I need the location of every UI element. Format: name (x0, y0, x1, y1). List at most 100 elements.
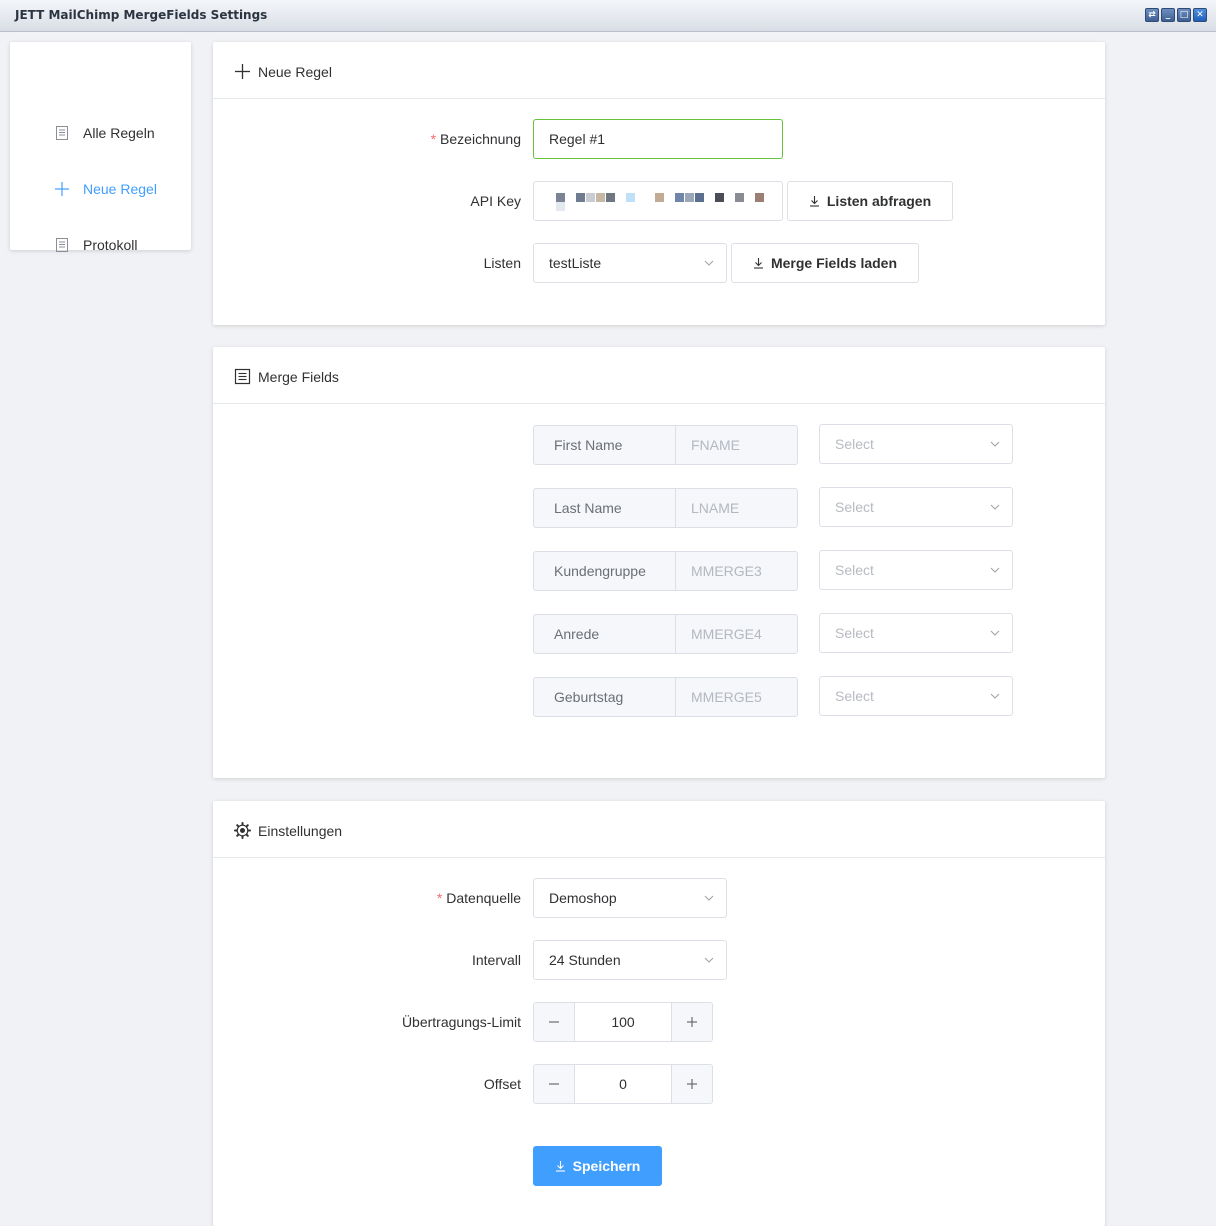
restore-icon[interactable]: ⇄ (1145, 8, 1159, 22)
required-marker: * (436, 890, 443, 906)
source-select-value: Demoshop (549, 890, 617, 906)
document-icon (234, 368, 251, 385)
window-controls: ⇄ _ □ ✕ (1145, 8, 1207, 22)
load-merge-fields-label: Merge Fields laden (770, 255, 898, 271)
save-label: Speichern (572, 1158, 641, 1174)
sidebar-item-label: Neue Regel (83, 181, 157, 197)
maximize-icon[interactable]: □ (1177, 8, 1191, 22)
plus-icon (235, 64, 250, 79)
source-select[interactable]: Demoshop (533, 878, 727, 918)
merge-field-name: Anrede (534, 615, 676, 653)
download-icon (809, 196, 819, 207)
chevron-down-icon (704, 957, 714, 963)
merge-field-select[interactable]: Select (819, 613, 1013, 653)
interval-select-value: 24 Stunden (549, 952, 621, 968)
chevron-down-icon (990, 441, 1000, 447)
select-placeholder: Select (835, 499, 874, 515)
download-icon (753, 258, 763, 269)
select-placeholder: Select (835, 625, 874, 641)
name-input[interactable]: Regel #1 (533, 119, 783, 159)
window-titlebar: JETT MailChimp MergeFields Settings ⇄ _ … (0, 0, 1216, 32)
sidebar-item-label: Protokoll (83, 237, 138, 253)
merge-field-select[interactable]: Select (819, 424, 1013, 464)
source-label: * Datenquelle (436, 890, 521, 906)
name-label: * Bezeichnung (430, 131, 521, 147)
plus-icon (55, 182, 69, 196)
offset-input[interactable]: 0 (575, 1065, 671, 1103)
select-placeholder: Select (835, 436, 874, 452)
required-marker: * (430, 131, 437, 147)
decrement-button[interactable] (534, 1065, 575, 1103)
card-header: Einstellungen (213, 801, 1105, 858)
merge-field-tag: MMERGE5 (691, 689, 762, 705)
merge-field-name: First Name (534, 426, 676, 464)
chevron-down-icon (704, 260, 714, 266)
card-header: Neue Regel (213, 42, 1105, 99)
merge-field-name: Kundengruppe (534, 552, 676, 590)
interval-label: Intervall (471, 952, 521, 968)
settings-card: Einstellungen * Datenquelle Demoshop Inte… (213, 801, 1105, 1226)
decrement-button[interactable] (534, 1003, 575, 1041)
merge-field-row: Kundengruppe MMERGE3 (533, 551, 798, 591)
increment-button[interactable] (671, 1003, 712, 1041)
load-merge-fields-button[interactable]: Merge Fields laden (731, 243, 919, 283)
merge-field-name: Geburtstag (534, 678, 676, 716)
minimize-icon[interactable]: _ (1161, 8, 1175, 22)
plus-icon (687, 1079, 697, 1089)
merge-field-select[interactable]: Select (819, 676, 1013, 716)
apikey-input[interactable] (533, 181, 783, 221)
chevron-down-icon (990, 693, 1000, 699)
merge-field-tag: FNAME (691, 437, 740, 453)
apikey-label: API Key (470, 193, 521, 209)
fetch-lists-label: Listen abfragen (826, 193, 932, 209)
offset-stepper: 0 (533, 1064, 713, 1104)
card-title: Neue Regel (258, 64, 332, 80)
plus-icon (687, 1017, 697, 1027)
lists-select[interactable]: testListe (533, 243, 727, 283)
document-icon (56, 238, 68, 252)
merge-field-tag: LNAME (691, 500, 740, 516)
limit-input[interactable]: 100 (575, 1003, 671, 1041)
merge-field-row: First Name FNAME (533, 425, 798, 465)
limit-label: Übertragungs-Limit (401, 1014, 521, 1030)
lists-select-value: testListe (549, 255, 602, 271)
chevron-down-icon (990, 630, 1000, 636)
chevron-down-icon (704, 895, 714, 901)
card-title: Merge Fields (258, 369, 339, 385)
sidebar: Alle Regeln Neue Regel Protokoll (10, 42, 191, 253)
download-icon (555, 1161, 565, 1172)
rule-card: Neue Regel * Bezeichnung Regel #1 API Key (213, 42, 1105, 325)
select-placeholder: Select (835, 688, 874, 704)
sidebar-item-alle-regeln[interactable]: Alle Regeln (54, 121, 155, 145)
merge-field-select[interactable]: Select (819, 550, 1013, 590)
minus-icon (549, 1083, 559, 1085)
document-icon (56, 126, 68, 140)
fetch-lists-button[interactable]: Listen abfragen (787, 181, 953, 221)
sidebar-item-neue-regel[interactable]: Neue Regel (54, 177, 157, 201)
merge-field-tag: MMERGE4 (691, 626, 762, 642)
interval-select[interactable]: 24 Stunden (533, 940, 727, 980)
increment-button[interactable] (671, 1065, 712, 1103)
close-icon[interactable]: ✕ (1193, 8, 1207, 22)
merge-field-row: Geburtstag MMERGE5 (533, 677, 798, 717)
offset-label: Offset (483, 1076, 521, 1092)
card-header: Merge Fields (213, 347, 1105, 404)
save-button[interactable]: Speichern (533, 1146, 662, 1186)
lists-label: Listen (483, 255, 521, 271)
sidebar-item-protokoll[interactable]: Protokoll (54, 233, 137, 257)
gear-icon (234, 822, 251, 839)
window-title: JETT MailChimp MergeFields Settings (15, 8, 268, 22)
merge-field-select[interactable]: Select (819, 487, 1013, 527)
merge-field-name: Last Name (534, 489, 676, 527)
chevron-down-icon (990, 567, 1000, 573)
merge-field-tag: MMERGE3 (691, 563, 762, 579)
select-placeholder: Select (835, 562, 874, 578)
limit-stepper: 100 (533, 1002, 713, 1042)
chevron-down-icon (990, 504, 1000, 510)
merge-fields-card: Merge Fields First Name FNAME Select Las… (213, 347, 1105, 778)
sidebar-item-label: Alle Regeln (83, 125, 155, 141)
minus-icon (549, 1021, 559, 1023)
merge-field-row: Last Name LNAME (533, 488, 798, 528)
card-title: Einstellungen (258, 823, 343, 839)
merge-field-row: Anrede MMERGE4 (533, 614, 798, 654)
